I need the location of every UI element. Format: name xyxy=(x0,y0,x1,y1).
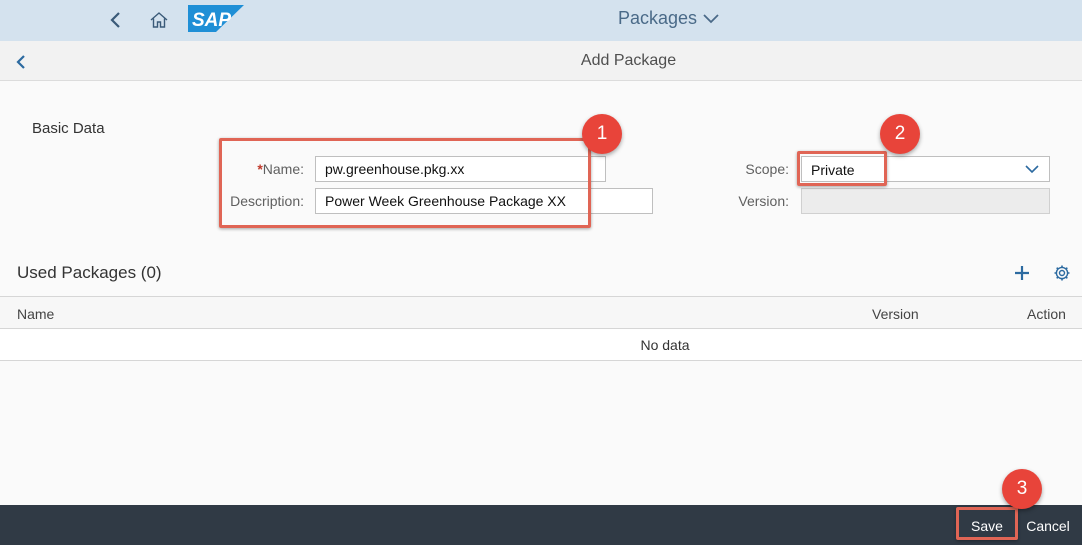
chevron-down-icon xyxy=(1025,165,1039,174)
content-area: Basic Data *Name: Description: Scope: Pr… xyxy=(0,81,1082,505)
gear-icon xyxy=(1054,265,1070,281)
used-packages-table: Name Version Action No data xyxy=(0,296,1082,361)
callout-1: 1 xyxy=(582,114,622,154)
page-title: Add Package xyxy=(580,52,677,69)
page-header: Add Package xyxy=(0,41,1082,81)
table-row-empty: No data xyxy=(0,329,1082,361)
used-packages-title: Used Packages (0) xyxy=(17,263,162,282)
svg-text:SAP: SAP xyxy=(192,10,231,31)
add-package-button[interactable] xyxy=(1011,262,1033,284)
column-header-action[interactable]: Action xyxy=(1027,306,1066,322)
home-icon xyxy=(150,12,168,28)
name-label: *Name: xyxy=(230,161,304,177)
name-input[interactable] xyxy=(315,156,606,182)
version-input xyxy=(801,188,1050,214)
highlight-box-name-description xyxy=(219,138,591,228)
callout-3: 3 xyxy=(1002,469,1042,509)
app-title: Packages xyxy=(618,8,698,28)
name-label-text: Name: xyxy=(262,161,304,177)
description-input[interactable] xyxy=(315,188,653,214)
table-header: Name Version Action xyxy=(0,296,1082,329)
shell-back-button[interactable] xyxy=(104,8,128,32)
add-icon xyxy=(1015,266,1029,280)
sap-logo: SAP xyxy=(188,5,244,32)
section-title-basic-data: Basic Data xyxy=(32,120,105,137)
shell-bar: SAP Packages xyxy=(0,0,1082,41)
column-header-version[interactable]: Version xyxy=(872,306,919,322)
version-label: Version: xyxy=(738,193,789,209)
save-button[interactable]: Save xyxy=(960,513,1014,539)
home-button[interactable] xyxy=(146,7,172,33)
scope-select[interactable]: Private xyxy=(801,156,1050,182)
cancel-button[interactable]: Cancel xyxy=(1020,513,1076,539)
description-label: Description: xyxy=(230,193,304,209)
chevron-down-icon xyxy=(703,13,719,23)
column-header-name[interactable]: Name xyxy=(17,306,54,322)
chevron-left-icon xyxy=(110,12,120,28)
app-title-menu[interactable]: Packages xyxy=(618,8,719,29)
table-settings-button[interactable] xyxy=(1051,262,1073,284)
no-data-text: No data xyxy=(640,337,690,353)
callout-2: 2 xyxy=(880,114,920,154)
footer-bar: Save Cancel xyxy=(0,505,1082,545)
scope-label: Scope: xyxy=(745,161,789,177)
scope-selected-value: Private xyxy=(811,162,855,178)
